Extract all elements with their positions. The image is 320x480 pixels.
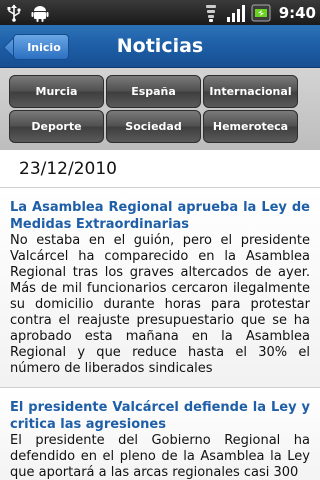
back-button-label: Inicio xyxy=(27,40,61,54)
status-time: 9:40 xyxy=(278,3,316,22)
news-list: 23/12/2010 La Asamblea Regional aprueba … xyxy=(0,150,320,480)
category-sociedad-button[interactable]: Sociedad xyxy=(106,110,201,143)
date-header: 23/12/2010 xyxy=(0,150,320,188)
category-grid: Murcia España Internacional Deporte Soci… xyxy=(0,68,320,150)
news-body: El presidente del Gobierno Regional ha d… xyxy=(10,433,310,480)
news-title[interactable]: La Asamblea Regional aprueba la Ley de M… xyxy=(10,199,310,233)
news-body: No estaba en el guión, pero el president… xyxy=(10,233,310,376)
category-murcia-button[interactable]: Murcia xyxy=(9,75,104,108)
back-button[interactable]: Inicio xyxy=(13,34,69,60)
category-internacional-button[interactable]: Internacional xyxy=(203,75,298,108)
signal-icon xyxy=(226,3,246,23)
battery-icon xyxy=(251,3,271,23)
category-deporte-button[interactable]: Deporte xyxy=(9,110,104,143)
news-item[interactable]: La Asamblea Regional aprueba la Ley de M… xyxy=(0,188,320,388)
news-item[interactable]: El presidente Valcárcel defiende la Ley … xyxy=(0,388,320,480)
category-hemeroteca-button[interactable]: Hemeroteca xyxy=(203,110,298,143)
category-espana-button[interactable]: España xyxy=(106,75,201,108)
status-bar: 9:40 xyxy=(0,0,320,25)
usb-icon xyxy=(4,3,24,23)
wifi-icon xyxy=(201,3,221,23)
title-bar: Inicio Noticias xyxy=(0,25,320,68)
news-title[interactable]: El presidente Valcárcel defiende la Ley … xyxy=(10,399,310,433)
android-icon xyxy=(30,3,50,23)
